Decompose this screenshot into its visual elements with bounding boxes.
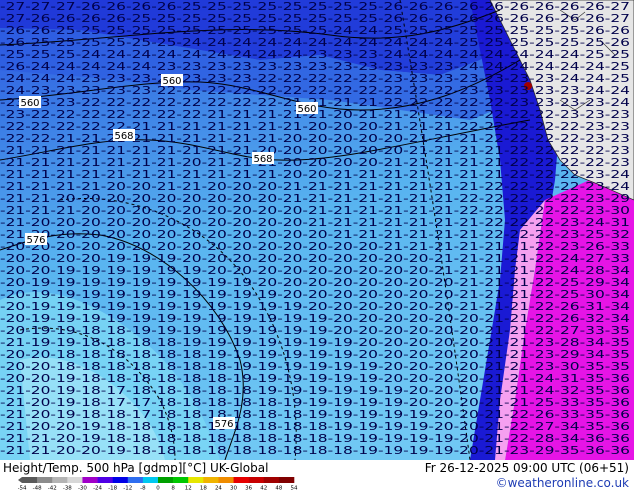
colorbar-segment [82,477,98,483]
color-scale-bar: -54 -48 -42 -38 -30 -24 -18 -12 -8 0 8 12 18 24 30 36 42… [18,477,298,490]
colorbar-segment [278,477,295,483]
colorbar-tick: -48 [33,486,42,490]
map-title: Height/Temp. 500 hPa [gdmp][°C] UK-Globa… [3,461,269,475]
colorbar-tick: -54 [18,486,27,490]
colorbar-segment [142,477,159,483]
colorbar-tick: 36 [245,486,252,490]
contour-label-text: 560 [162,76,181,87]
colorbar-segment [112,477,129,483]
colorbar-segment [127,477,144,483]
colorbar-segment [188,477,204,483]
colorbar-segment [22,477,38,483]
colorbar-segment [263,477,280,483]
colorbar-tick: -18 [108,486,117,490]
contour-label: 560 [161,74,183,87]
map-footer: Height/Temp. 500 hPa [gdmp][°C] UK-Globa… [0,460,634,490]
valid-time: Fr 26-12-2025 09:00 UTC (06+51) [424,461,629,475]
colorbar-tick: 48 [275,486,282,490]
contour-label: 568 [113,129,135,142]
temperature-row: -21-21-20-20-19-18-18-18-18-18-18-18-18-… [0,444,630,457]
colorbar-segment [218,477,234,483]
contour-label: 576 [213,417,235,430]
colorbar-arrow [18,477,22,483]
colorbar-tick: 24 [215,486,222,490]
colorbar-tick: 0 [156,486,160,490]
colorbar-segment [233,477,249,483]
colorbar-tick: 42 [260,486,267,490]
colorbar-segment [67,477,83,483]
colorbar-segment [248,477,265,483]
colorbar-tick: 54 [291,486,298,490]
contour-label: 560 [296,102,318,115]
colorbar-tick: 8 [171,486,175,490]
contour-label-text: 568 [253,154,272,165]
colorbar-segment [97,477,113,483]
colorbar-tick: -8 [140,486,146,490]
contour-label-text: 576 [26,235,45,246]
contour-label-text: 560 [20,98,39,109]
colorbar-tick: -38 [63,486,72,490]
temperature-labels: -27-27-27-26-26-26-26-25-25-25-25-25-25-… [0,0,630,457]
contour-label-text: 576 [214,419,233,430]
weather-map: -27-27-27-26-26-26-26-25-25-25-25-25-25-… [0,0,634,460]
colorbar-tick: -12 [123,486,132,490]
contour-label: 568 [252,152,274,165]
colorbar-tick: 18 [200,486,207,490]
colorbar-tick: -42 [48,486,57,490]
colorbar-tick: 30 [230,486,237,490]
contour-label-text: 568 [114,131,133,142]
colorbar-tick: -24 [93,486,102,490]
colorbar-segment [203,477,219,483]
contour-label-text: 560 [297,104,316,115]
map-canvas: -27-27-27-26-26-26-26-25-25-25-25-25-25-… [0,0,634,460]
colorbar-segment [52,477,68,483]
colorbar-segment [37,477,53,483]
colorbar-segment [158,477,174,483]
colorbar-tick: 12 [185,486,192,490]
contour-label: 576 [25,233,47,246]
copyright-link[interactable]: ©weatheronline.co.uk [496,476,629,490]
colorbar-tick: -30 [78,486,87,490]
contour-label: 560 [19,96,41,109]
colorbar-segment [173,477,189,483]
